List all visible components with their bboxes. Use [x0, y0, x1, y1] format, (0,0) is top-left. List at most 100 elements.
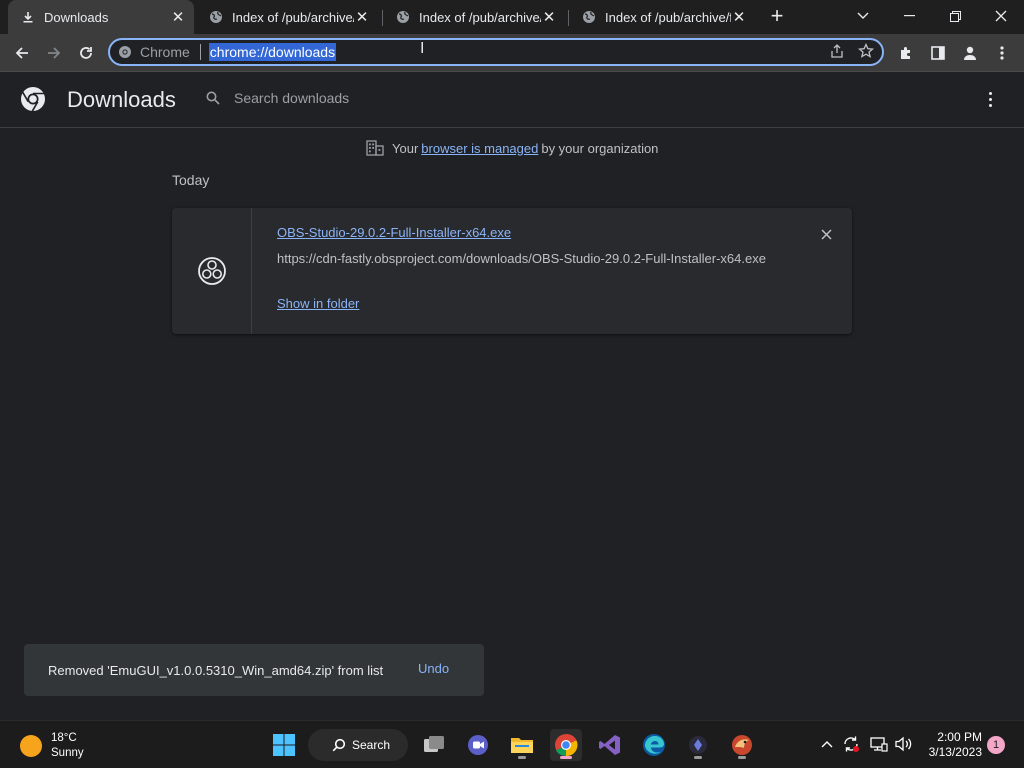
tab-search-button[interactable] [840, 0, 886, 32]
download-item: OBS-Studio-29.0.2-Full-Installer-x64.exe… [172, 208, 852, 334]
tab-label: Downloads [44, 9, 109, 25]
tab-downloads[interactable]: Downloads ✕ [8, 0, 194, 34]
search-downloads-field[interactable]: Search downloads [194, 78, 868, 118]
taskbar-search-label: Search [352, 738, 391, 752]
tab-index-3[interactable]: Index of /pub/archive/f ✕ [569, 0, 755, 34]
site-chip[interactable]: Chrome [118, 44, 190, 60]
remove-from-list-button[interactable] [816, 224, 836, 244]
downloads-header: Downloads Search downloads [0, 72, 1024, 128]
person-icon [964, 46, 976, 60]
menu-button[interactable] [988, 39, 1016, 67]
start-button[interactable] [268, 729, 300, 761]
show-hidden-icons-button[interactable] [816, 733, 838, 755]
star-icon[interactable] [858, 43, 874, 59]
more-vert-icon [1000, 46, 1004, 60]
sync-tray-icon[interactable] [840, 733, 862, 755]
show-in-folder-link[interactable]: Show in folder [277, 296, 359, 311]
globe-icon [581, 9, 597, 25]
site-label: Chrome [140, 44, 190, 60]
arrow-right-icon [48, 47, 61, 59]
restore-button[interactable] [932, 0, 978, 32]
emugui-button[interactable] [682, 729, 714, 761]
windows-taskbar: 18°C Sunny Search 2:00 PM 3/13/2023 1 [0, 720, 1024, 768]
minimize-icon [903, 15, 915, 17]
tab-label: Index of /pub/archive/f [605, 9, 731, 25]
file-explorer-button[interactable] [506, 729, 538, 761]
volume-tray-icon[interactable] [893, 733, 915, 755]
extensions-button[interactable] [892, 39, 920, 67]
app-icon [732, 735, 752, 755]
tab-label: Index of /pub/archive/f [419, 9, 541, 25]
chevron-up-icon [821, 741, 833, 748]
search-placeholder: Search downloads [234, 90, 350, 106]
tab-label: Index of /pub/archive/f [232, 9, 354, 25]
weather-widget[interactable]: 18°C Sunny [20, 731, 84, 761]
teams-chat-button[interactable] [462, 729, 494, 761]
visual-studio-icon [599, 735, 620, 755]
globe-icon [395, 9, 411, 25]
managed-text-prefix: Your [392, 140, 419, 156]
chat-icon [468, 735, 488, 755]
close-icon [995, 10, 1007, 22]
url-text[interactable]: chrome://downloads [208, 43, 337, 61]
task-view-button[interactable] [418, 729, 450, 761]
profile-button[interactable] [956, 39, 984, 67]
close-window-button[interactable] [978, 0, 1024, 32]
side-panel-button[interactable] [924, 39, 952, 67]
obs-icon [197, 257, 226, 285]
building-icon [366, 140, 384, 156]
chrome-icon [119, 46, 131, 58]
chrome-icon [555, 733, 578, 757]
forward-button[interactable] [40, 39, 68, 67]
restore-icon [949, 10, 961, 22]
monitor-icon [870, 737, 888, 752]
browser-toolbar: Chrome chrome://downloads [0, 34, 1024, 72]
date-section-label: Today [172, 172, 210, 188]
notification-badge[interactable]: 1 [987, 736, 1005, 754]
tab-index-1[interactable]: Index of /pub/archive/f ✕ [196, 0, 378, 34]
source-url[interactable]: https://cdn-fastly.obsproject.com/downlo… [277, 251, 766, 266]
folder-icon [511, 738, 533, 753]
visual-studio-button[interactable] [594, 729, 626, 761]
share-icon[interactable] [830, 44, 844, 58]
browser-managed-link[interactable]: browser is managed [421, 141, 538, 156]
close-icon [820, 228, 832, 240]
close-icon[interactable]: ✕ [354, 9, 370, 26]
close-icon[interactable]: ✕ [731, 9, 747, 26]
edge-button[interactable] [638, 729, 670, 761]
edge-icon [643, 734, 665, 756]
file-name-link[interactable]: OBS-Studio-29.0.2-Full-Installer-x64.exe [277, 225, 511, 240]
managed-text-suffix: by your organization [541, 140, 659, 156]
running-indicator [694, 756, 702, 759]
download-icon [20, 9, 36, 25]
weather-desc: Sunny [51, 747, 84, 759]
new-tab-button[interactable]: + [765, 5, 789, 29]
chrome-taskbar-button[interactable] [550, 729, 582, 761]
taskbar-search-button[interactable]: Search [308, 729, 408, 761]
address-bar[interactable]: Chrome chrome://downloads [108, 38, 884, 66]
network-tray-icon[interactable] [868, 733, 890, 755]
reload-button[interactable] [72, 39, 100, 67]
globe-icon [208, 9, 224, 25]
arrow-left-icon [15, 47, 28, 59]
app-icon [689, 736, 707, 754]
toast-message: Removed 'EmuGUI_v1.0.0.5310_Win_amd64.zi… [48, 662, 384, 678]
close-icon[interactable]: ✕ [170, 9, 186, 26]
windows-logo-icon [273, 734, 295, 756]
weather-temp: 18°C [51, 732, 77, 744]
tab-index-2[interactable]: Index of /pub/archive/f ✕ [383, 0, 565, 34]
more-actions-button[interactable] [981, 88, 999, 110]
back-button[interactable] [8, 39, 36, 67]
minimize-button[interactable] [886, 0, 932, 32]
chrome-logo-icon [21, 87, 45, 112]
undo-button[interactable]: Undo [418, 661, 449, 676]
search-icon [206, 91, 220, 105]
tab-strip: Downloads ✕ Index of /pub/archive/f ✕ In… [0, 0, 1024, 34]
search-icon [332, 738, 346, 752]
page-title: Downloads [67, 87, 176, 112]
clock[interactable]: 2:00 PM 3/13/2023 [920, 730, 982, 760]
close-icon[interactable]: ✕ [541, 9, 557, 26]
task-view-icon [424, 736, 444, 752]
omnibox-divider [199, 44, 201, 60]
game-app-button[interactable] [726, 729, 758, 761]
